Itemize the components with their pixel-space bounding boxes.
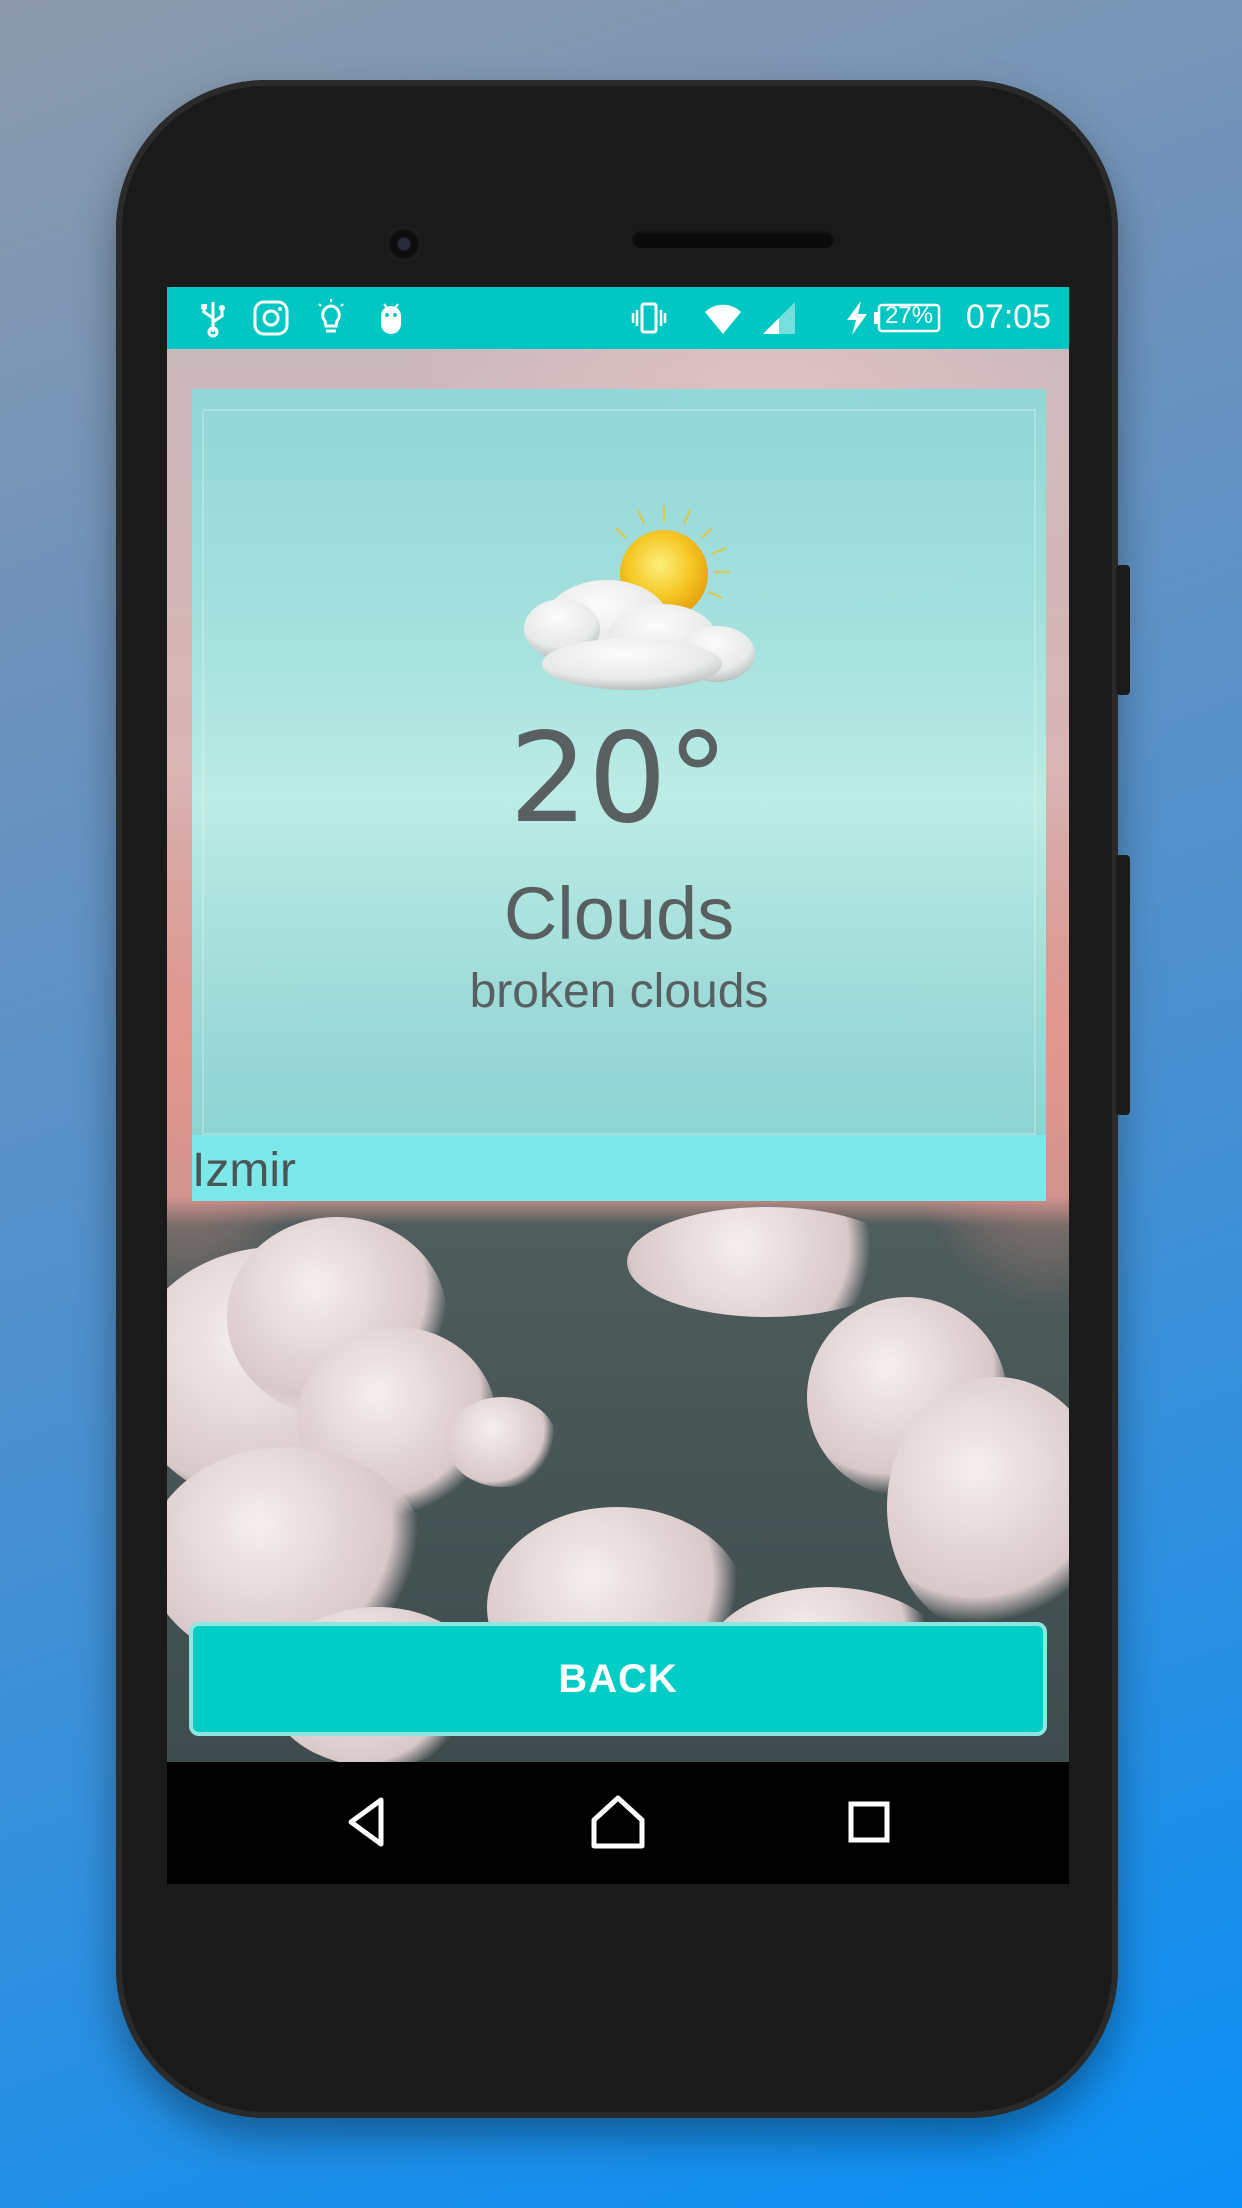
usb-icon <box>201 302 225 338</box>
back-button[interactable]: BACK <box>189 1622 1047 1736</box>
temperature: 20° <box>509 707 729 851</box>
power-button <box>1116 565 1130 695</box>
front-camera <box>386 226 422 262</box>
navigation-bar <box>167 1762 1069 1884</box>
signal-icon <box>763 302 795 334</box>
instagram-icon <box>253 300 289 336</box>
clock: 07:05 <box>965 298 1051 336</box>
city-bar: Izmir <box>192 1135 1046 1201</box>
back-nav-icon[interactable] <box>335 1790 399 1854</box>
recents-nav-icon[interactable] <box>837 1790 901 1854</box>
home-nav-icon[interactable] <box>586 1790 650 1854</box>
wifi-icon <box>705 304 741 334</box>
charging-icon <box>847 301 867 335</box>
status-bar: 27% 07:05 <box>167 287 1069 349</box>
app-background: 20° Clouds broken clouds Izmir <box>167 349 1069 1762</box>
android-debug-icon <box>381 303 401 334</box>
battery-percent: 27% <box>885 302 934 329</box>
weather-card: 20° Clouds broken clouds <box>192 389 1046 1135</box>
partly-cloudy-icon <box>524 506 755 690</box>
vibrate-icon <box>631 302 667 334</box>
screen: 27% 07:05 20° Clouds broken clouds Izmir… <box>167 287 1069 1884</box>
weather-main: Clouds <box>503 872 735 955</box>
lightbulb-icon <box>318 299 344 333</box>
volume-button <box>1116 855 1130 1115</box>
earpiece-speaker <box>632 230 834 248</box>
city-name: Izmir <box>192 1144 296 1197</box>
weather-description: broken clouds <box>469 965 769 1018</box>
